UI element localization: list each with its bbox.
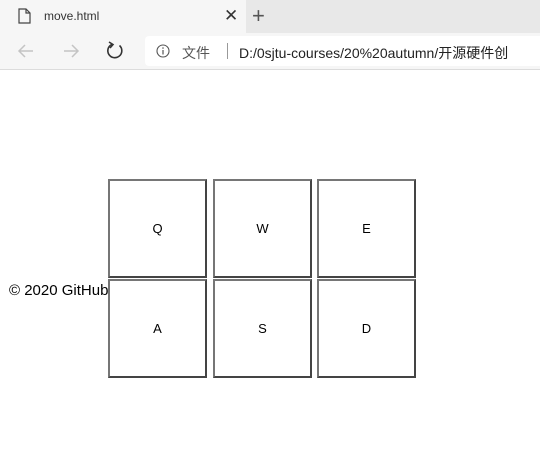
tab-move-html[interactable]: move.html ✕ <box>0 0 246 33</box>
key-a-button[interactable]: A <box>108 279 207 378</box>
address-bar[interactable]: 文件 D:/0sjtu-courses/20%20autumn/开源硬件创 <box>145 36 540 66</box>
info-icon[interactable] <box>156 44 170 58</box>
forward-arrow-icon[interactable] <box>60 40 82 62</box>
page-icon <box>18 8 31 24</box>
address-divider <box>227 43 228 59</box>
reload-icon[interactable] <box>104 40 126 62</box>
tab-title: move.html <box>44 9 100 23</box>
footer-copyright: © 2020 GitHub <box>9 282 109 299</box>
toolbar: 文件 D:/0sjtu-courses/20%20autumn/开源硬件创 <box>0 33 540 70</box>
key-d-button[interactable]: D <box>317 279 416 378</box>
key-s-button[interactable]: S <box>213 279 312 378</box>
key-e-button[interactable]: E <box>317 179 416 278</box>
key-q-button[interactable]: Q <box>108 179 207 278</box>
new-tab-icon[interactable]: + <box>252 3 265 29</box>
key-w-button[interactable]: W <box>213 179 312 278</box>
tab-strip: move.html ✕ + <box>0 0 540 33</box>
back-arrow-icon[interactable] <box>15 40 37 62</box>
site-info-label[interactable]: 文件 <box>182 43 210 63</box>
close-icon[interactable]: ✕ <box>224 6 238 26</box>
url-text[interactable]: D:/0sjtu-courses/20%20autumn/开源硬件创 <box>239 43 508 63</box>
